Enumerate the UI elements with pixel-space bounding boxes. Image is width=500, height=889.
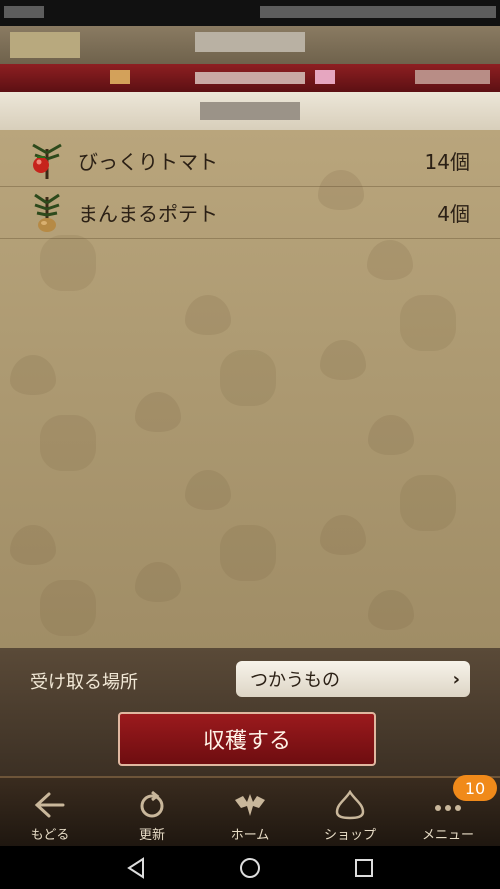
list-item[interactable]: びっくりトマト 14個 [0,134,500,187]
recents-square-icon[interactable] [352,856,376,880]
golem-pattern [40,415,96,471]
harvest-button[interactable]: 収穫する [118,712,376,766]
tomato-plant-icon [26,139,68,181]
nav-back[interactable]: もどる [0,778,100,848]
slime-pattern [135,392,181,432]
nav-home[interactable]: ホーム [200,778,300,848]
header-bar-blurred [0,64,500,92]
nav-refresh[interactable]: 更新 [102,778,202,848]
menu-notification-badge: 10 [453,775,497,801]
receive-location-select[interactable]: つかうもの › [236,661,470,697]
list-item[interactable]: まんまるポテト 4個 [0,186,500,239]
slime-pattern [10,355,56,395]
golem-pattern [400,295,456,351]
nav-home-label: ホーム [230,828,270,843]
status-info-blurred [260,6,496,18]
nav-shop[interactable]: ショップ [300,778,400,848]
golem-pattern [220,525,276,581]
receive-location-label: 受け取る場所 [30,672,138,693]
item-count: 4個 [437,201,470,226]
slime-pattern [368,415,414,455]
item-count: 14個 [424,149,470,174]
harvest-button-label: 収穫する [202,729,291,754]
slime-pattern [135,562,181,602]
golem-pattern [220,350,276,406]
home-circle-icon[interactable] [238,856,262,880]
back-arrow-icon [34,792,65,818]
potato-plant-icon [26,191,68,233]
status-icons-blurred [4,6,44,18]
slime-pattern [320,515,366,555]
refresh-icon [140,790,164,818]
bottom-nav: もどる 更新 ホーム ショップ メニュー [0,776,500,848]
slime-pattern [367,240,413,280]
slime-pattern [10,525,56,565]
golem-pattern [40,580,96,636]
nav-shop-label: ショップ [323,828,376,843]
subheader-blurred [0,92,500,130]
slime-pattern [185,470,231,510]
receive-location-value: つかうもの [250,670,340,691]
golem-pattern [400,475,456,531]
dragon-home-icon [235,794,265,816]
slime-pattern [320,340,366,380]
header-blurred [0,26,500,64]
slime-shop-icon [335,790,365,820]
nav-refresh-label: 更新 [138,828,165,843]
golem-pattern [40,235,96,291]
item-name: まんまるポテト [78,201,218,226]
item-name: びっくりトマト [78,149,218,174]
back-triangle-icon[interactable] [124,856,148,880]
system-nav-bar [0,846,500,889]
status-bar [0,0,500,26]
slime-pattern [368,590,414,630]
chevron-right-icon: › [452,668,460,690]
slime-pattern [185,295,231,335]
nav-menu-label: メニュー [421,828,474,843]
nav-back-label: もどる [30,828,70,843]
